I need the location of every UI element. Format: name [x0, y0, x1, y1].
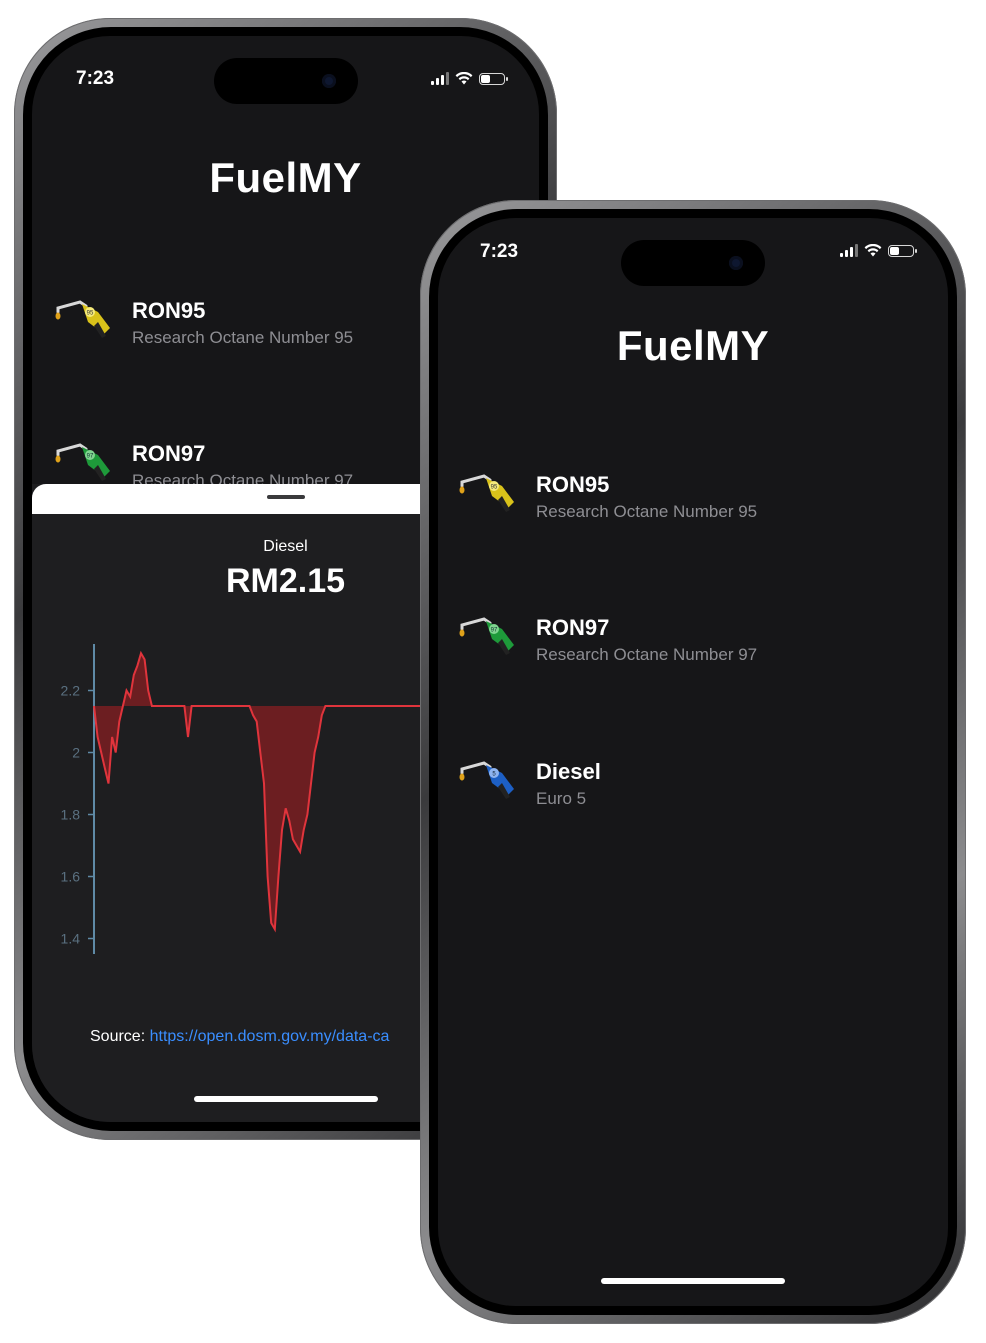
fuel-description: Euro 5 — [536, 789, 587, 808]
app-title: FuelMY — [616, 322, 770, 369]
y-tick-label: 1.6 — [61, 869, 81, 885]
cellular-signal-icon — [431, 72, 449, 85]
battery-icon — [479, 72, 508, 85]
y-tick-label: 2 — [72, 745, 80, 761]
fuel-item-text: RON97 Research Octane Number 97 — [536, 615, 757, 667]
front-phone-bezel: 7:23 FuelMY 95 RON95 Research Octane Num… — [429, 209, 957, 1315]
wifi-icon — [864, 244, 882, 257]
source-link[interactable]: https://open.dosm.gov.my/data-ca — [150, 1028, 390, 1045]
cellular-signal-icon — [840, 244, 858, 257]
fuel-item-ron97[interactable]: 97 RON97 Research Octane Number 97 — [458, 615, 757, 667]
fuel-item-text: RON95 Research Octane Number 95 — [536, 472, 757, 524]
fuel-name: RON95 — [132, 298, 206, 323]
fuel-description: Research Octane Number 95 — [132, 328, 354, 347]
status-icons — [840, 244, 917, 257]
camera-icon — [729, 256, 743, 270]
price-area-fill — [94, 653, 452, 930]
fuel-nozzle-ron95-icon: 95 — [55, 300, 110, 338]
fuel-name: RON97 — [132, 441, 206, 466]
fuel-nozzle-ron95-icon: 95 — [459, 474, 514, 512]
fuel-description: Research Octane Number 95 — [536, 502, 758, 521]
dynamic-island — [621, 240, 765, 286]
fuel-item-ron95[interactable]: 95 RON95 Research Octane Number 95 — [54, 298, 353, 350]
fuel-nozzle-ron97-icon: 97 — [459, 617, 514, 655]
status-icons — [431, 72, 508, 85]
svg-text:97: 97 — [87, 454, 94, 460]
status-time: 7:23 — [480, 241, 519, 262]
fuel-name: RON97 — [536, 615, 610, 640]
fuel-item-ron95[interactable]: 95 RON95 Research Octane Number 95 — [458, 472, 757, 524]
camera-icon — [321, 74, 336, 88]
y-tick-label: 2.2 — [61, 683, 81, 699]
battery-icon — [888, 244, 917, 257]
data-source-line: Source: https://open.dosm.gov.my/data-ca — [90, 1028, 389, 1046]
home-indicator[interactable] — [601, 1278, 785, 1284]
svg-text:95: 95 — [87, 311, 94, 317]
y-tick-label: 1.8 — [61, 807, 81, 823]
fuel-item-text: RON95 Research Octane Number 95 — [132, 298, 353, 350]
front-phone-screen: 7:23 FuelMY 95 RON95 Research Octane Num… — [438, 218, 948, 1306]
svg-text:97: 97 — [491, 628, 498, 634]
fuel-description: Research Octane Number 97 — [536, 645, 758, 664]
fuel-item-diesel[interactable]: 5 Diesel Euro 5 — [458, 759, 601, 811]
svg-text:95: 95 — [491, 485, 498, 491]
front-phone-frame: 7:23 FuelMY 95 RON95 Research Octane Num… — [420, 200, 966, 1324]
fuel-nozzle-diesel-icon: 5 — [459, 761, 514, 799]
fuel-name: RON95 — [536, 472, 610, 497]
fuel-name: Diesel — [536, 759, 601, 784]
fuel-item-text: Diesel Euro 5 — [536, 759, 601, 811]
sheet-grabber-handle[interactable] — [266, 495, 305, 499]
wifi-icon — [455, 72, 473, 85]
app-title: FuelMY — [209, 154, 362, 201]
status-time: 7:23 — [76, 68, 115, 89]
fuel-nozzle-ron97-icon: 97 — [55, 443, 110, 481]
y-tick-label: 1.4 — [61, 931, 81, 947]
dynamic-island — [213, 58, 358, 104]
source-label: Source: — [90, 1028, 146, 1045]
home-indicator[interactable] — [193, 1096, 378, 1102]
